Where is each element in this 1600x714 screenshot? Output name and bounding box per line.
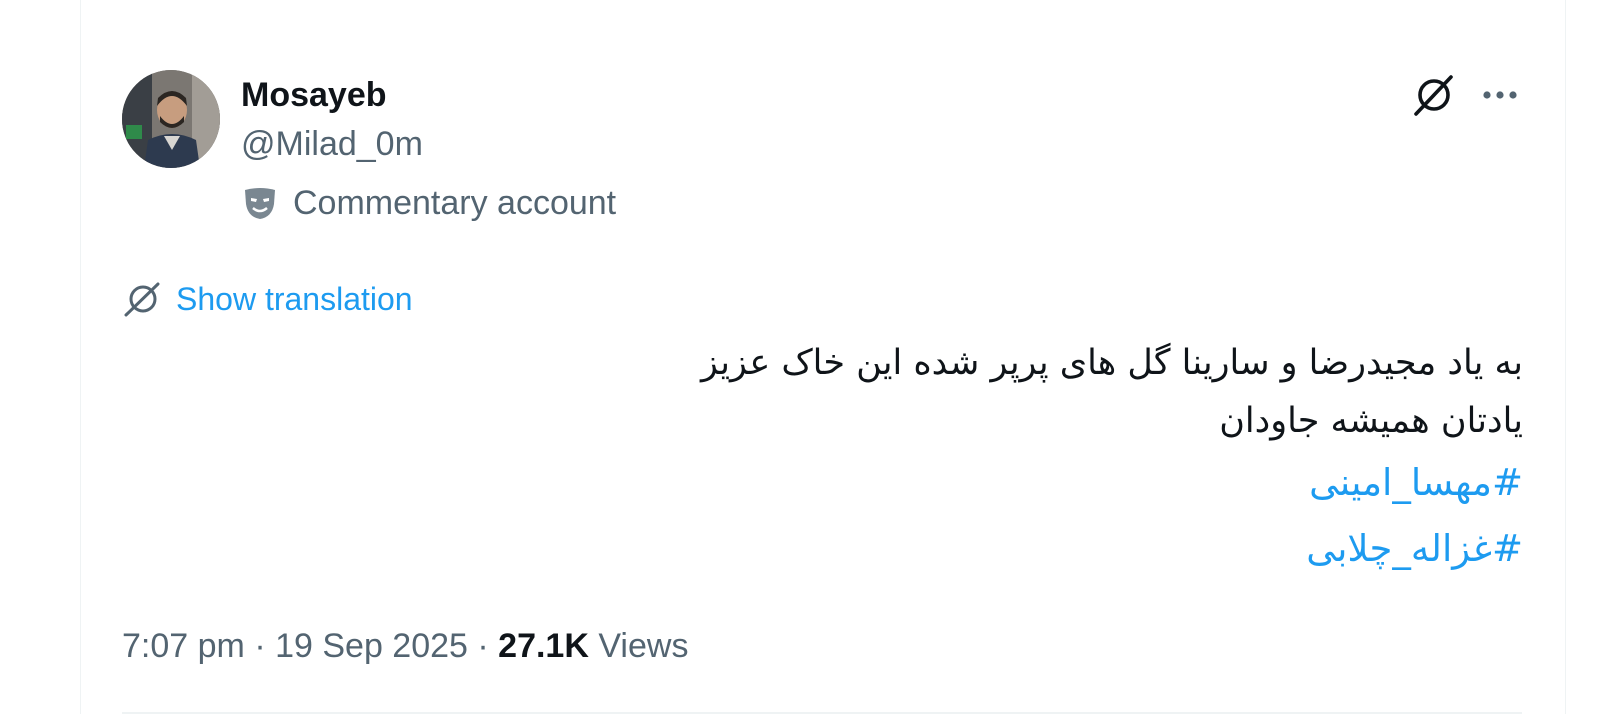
display-name[interactable]: Mosayeb (241, 74, 387, 116)
tweet-text: به یاد مجیدرضا و سارینا گل های پرپر شده … (523, 334, 1523, 582)
tweet-detail-page: Mosayeb @Milad_0m Commentary account Sho… (0, 0, 1600, 714)
tweet-meta: 7:07 pm · 19 Sep 2025 · 27.1K Views (122, 624, 688, 668)
tweet-line-2: یادتان همیشه جاودان (1219, 401, 1523, 441)
views-count: 27.1K (498, 627, 589, 665)
user-handle[interactable]: @Milad_0m (241, 123, 423, 165)
grok-slash-icon[interactable] (1411, 72, 1457, 118)
hashtag-link[interactable]: #غزاله_چلابی (523, 516, 1523, 582)
tweet-line-1: به یاد مجیدرضا و سارینا گل های پرپر شده … (700, 343, 1523, 383)
translate-grok-icon (124, 282, 160, 317)
commentary-account-badge: Commentary account (241, 182, 616, 224)
meta-separator: · (254, 627, 266, 665)
tweet-date[interactable]: 19 Sep 2025 (275, 627, 468, 665)
views-label: Views (598, 627, 689, 665)
more-dots-icon[interactable] (1480, 78, 1520, 112)
hashtag-link[interactable]: #مهسا_امینی (523, 450, 1523, 516)
meta-separator: · (477, 627, 489, 665)
show-translation-label: Show translation (176, 281, 413, 317)
avatar-photo (122, 70, 220, 168)
tweet-time[interactable]: 7:07 pm (122, 627, 245, 665)
theater-mask-icon (245, 188, 275, 219)
avatar[interactable] (122, 70, 220, 168)
show-translation-link[interactable]: Show translation (122, 278, 413, 320)
commentary-label: Commentary account (293, 184, 617, 222)
